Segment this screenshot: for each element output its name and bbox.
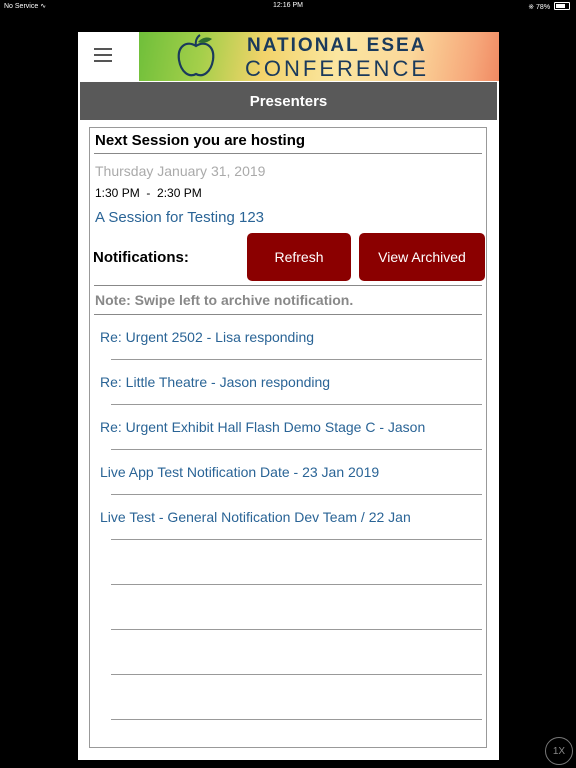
session-heading: Next Session you are hosting <box>95 132 306 149</box>
notification-item[interactable]: Live App Test Notification Date - 23 Jan… <box>90 450 486 495</box>
conference-banner: NATIONAL ESEA CONFERENCE <box>139 32 499 81</box>
session-link[interactable]: A Session for Testing 123 <box>95 209 264 226</box>
banner-subtitle: CONFERENCE <box>245 56 430 81</box>
notification-item[interactable]: Re: Little Theatre - Jason responding <box>90 360 486 405</box>
notification-title: Re: Little Theatre - Jason responding <box>100 374 331 390</box>
banner-title: NATIONAL ESEA <box>247 35 427 56</box>
notification-title: Re: Urgent Exhibit Hall Flash Demo Stage… <box>100 419 426 435</box>
app-window: NATIONAL ESEA CONFERENCE Presenters Next… <box>78 32 499 760</box>
clock: 12:16 PM <box>273 2 303 9</box>
refresh-button[interactable]: Refresh <box>247 233 351 281</box>
notification-title: Live App Test Notification Date - 23 Jan… <box>100 464 380 480</box>
battery-percent: 78% <box>536 4 551 11</box>
zoom-button[interactable]: 1X <box>545 737 573 765</box>
notification-item[interactable]: Re: Urgent Exhibit Hall Flash Demo Stage… <box>90 405 486 450</box>
battery-status: ※ 78% <box>528 2 570 11</box>
notification-item-empty <box>90 675 486 720</box>
notification-title: Live Test - General Notification Dev Tea… <box>100 509 411 525</box>
content-panel: Next Session you are hosting Thursday Ja… <box>89 127 487 748</box>
notification-title: Re: Urgent 2502 - Lisa responding <box>100 329 315 345</box>
swipe-note: Note: Swipe left to archive notification… <box>95 292 354 308</box>
divider <box>94 285 482 286</box>
notification-item[interactable]: Re: Urgent 2502 - Lisa responding <box>90 315 486 360</box>
view-archived-button[interactable]: View Archived <box>359 233 485 281</box>
bluetooth-icon: ※ <box>528 4 535 11</box>
header: NATIONAL ESEA CONFERENCE <box>78 32 499 81</box>
session-date: Thursday January 31, 2019 <box>95 163 266 179</box>
page-title: Presenters <box>80 82 497 120</box>
status-bar: No Service ∿ 12:16 PM ※ 78% <box>0 0 576 12</box>
battery-level <box>556 4 566 8</box>
notification-item[interactable]: Live Test - General Notification Dev Tea… <box>90 495 486 540</box>
notification-item-empty <box>90 630 486 675</box>
divider <box>94 153 482 154</box>
battery-icon <box>554 2 570 10</box>
notifications-label: Notifications: <box>93 249 189 266</box>
notification-item-empty <box>90 540 486 585</box>
hamburger-menu-icon[interactable] <box>94 48 112 62</box>
session-time: 1:30 PM - 2:30 PM <box>95 186 202 200</box>
notification-item-empty <box>90 585 486 630</box>
apple-outline-icon <box>177 34 215 77</box>
